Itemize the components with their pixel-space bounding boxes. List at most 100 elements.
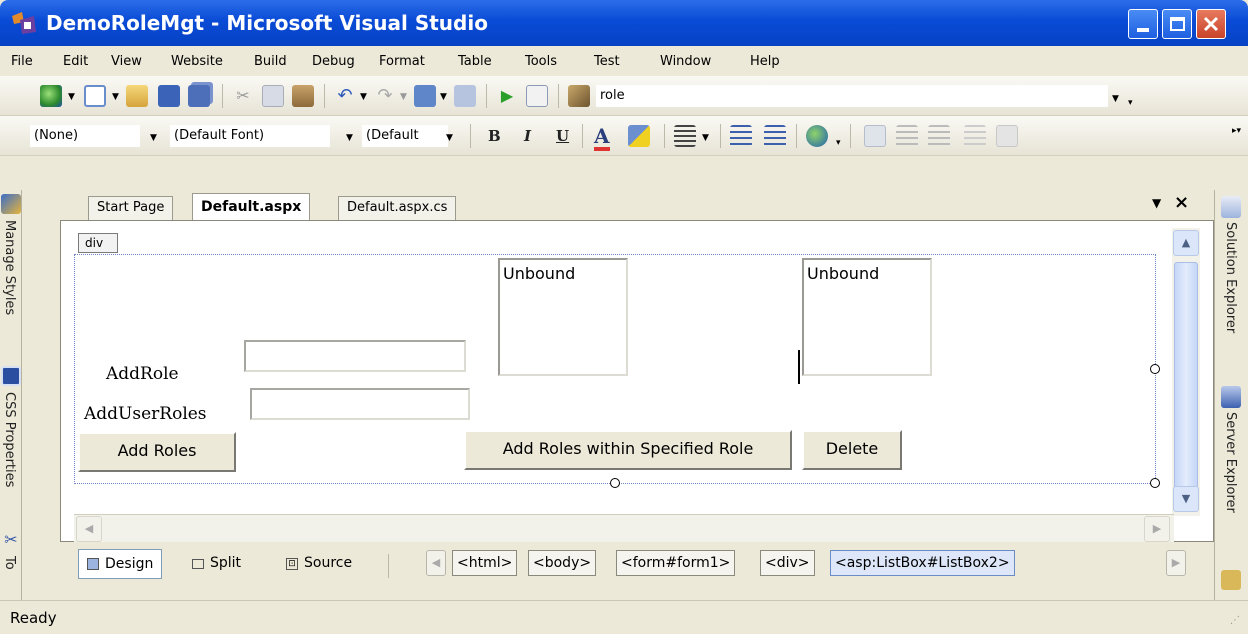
chevron-down-icon[interactable]: ▼ [112,92,119,102]
resize-handle-bottom[interactable] [610,478,620,488]
navigate-backward-icon[interactable] [414,85,436,107]
resize-grip-icon[interactable]: ⋰ [1230,615,1240,626]
menu-test[interactable]: Test [594,54,620,70]
menu-website[interactable]: Website [171,54,223,70]
server-explorer-tab[interactable]: Server Explorer [1223,412,1238,513]
properties-icon[interactable] [1221,570,1241,590]
menu-format[interactable]: Format [379,54,425,70]
scroll-up-button[interactable]: ▲ [1173,230,1199,256]
breadcrumb-right-button[interactable]: ▶ [1166,550,1186,576]
close-button[interactable] [1196,9,1226,39]
add-roles-within-specified-role-button[interactable]: Add Roles within Specified Role [464,430,792,470]
breadcrumb-form[interactable]: <form#form1> [616,550,736,576]
scroll-right-button[interactable]: ▶ [1144,516,1170,542]
add-role-textbox[interactable] [244,340,466,372]
italic-button[interactable]: I [524,125,531,147]
add-user-roles-textbox[interactable] [250,388,470,420]
toolbar-overflow-icon[interactable]: ▸▾ [1232,126,1241,136]
foreground-color-button[interactable]: A [594,125,610,151]
clear-format-icon[interactable] [996,125,1018,147]
breadcrumb-listbox[interactable]: <asp:ListBox#ListBox2> [830,550,1015,576]
underline-button[interactable]: U [556,125,569,147]
chevron-down-icon[interactable]: ▼ [446,133,453,143]
scroll-thumb[interactable] [1174,262,1198,492]
chevron-down-icon[interactable]: ▼ [1112,94,1119,104]
paragraph-icon[interactable] [864,125,886,147]
scroll-left-button[interactable]: ◀ [76,516,102,542]
chevron-down-icon[interactable]: ▼ [68,92,75,102]
font-size-select[interactable]: (Default [362,125,448,147]
breadcrumb-left-button[interactable]: ◀ [426,550,446,576]
view-in-browser-icon[interactable] [526,85,548,107]
manage-styles-tab[interactable]: Manage Styles [2,220,17,315]
scroll-down-button[interactable]: ▼ [1173,486,1199,512]
minimize-button[interactable] [1128,9,1158,39]
bold-button[interactable]: B [488,125,501,147]
menu-table[interactable]: Table [458,54,492,70]
tab-default-aspx[interactable]: Default.aspx [192,193,311,220]
navigate-forward-icon[interactable] [454,85,476,107]
design-view-button[interactable]: Design [78,549,163,579]
add-roles-button[interactable]: Add Roles [78,432,236,472]
cut-icon[interactable]: ✂ [232,85,254,107]
close-tab-icon[interactable]: × [1174,192,1189,213]
menu-view[interactable]: View [111,54,142,70]
breadcrumb-div[interactable]: <div> [760,550,815,576]
menu-build[interactable]: Build [254,54,287,70]
resize-handle-corner[interactable] [1150,478,1160,488]
menu-file[interactable]: File [11,54,33,70]
resize-handle-right[interactable] [1150,364,1160,374]
split-view-button[interactable]: Split [184,549,249,579]
menu-tools[interactable]: Tools [525,54,557,70]
css-properties-tab[interactable]: CSS Properties [2,392,17,487]
source-view-button[interactable]: ⊡ Source [278,549,360,579]
redo-icon[interactable]: ↷ [374,85,396,107]
bulleted-list-icon[interactable] [730,125,752,147]
chevron-down-icon[interactable]: ▼ [150,133,157,143]
maximize-button[interactable] [1162,9,1192,39]
roles-listbox[interactable]: Unbound [498,258,628,376]
background-color-icon[interactable] [628,125,650,147]
chevron-down-icon[interactable]: ▼ [346,133,353,143]
hyperlink-icon[interactable] [806,125,828,147]
justify-icon[interactable] [674,125,696,147]
undo-icon[interactable]: ↶ [334,85,356,107]
tab-start-page[interactable]: Start Page [88,196,174,220]
toolbox-tab[interactable]: To [2,556,17,570]
chevron-down-icon[interactable]: ▼ [440,92,447,102]
find-in-files-icon[interactable] [568,85,590,107]
chevron-down-icon[interactable]: ▼ [702,133,709,143]
menu-edit[interactable]: Edit [63,54,88,70]
block-format-select[interactable]: (None) [30,125,140,147]
align-icon[interactable] [964,125,986,147]
copy-icon[interactable] [262,85,284,107]
numbered-list-icon[interactable] [764,125,786,147]
chevron-down-icon[interactable]: ▼ [400,92,407,102]
new-website-icon[interactable] [40,85,62,107]
add-item-icon[interactable] [84,85,106,107]
menu-help[interactable]: Help [750,54,780,70]
indent-icon[interactable] [928,125,950,147]
horizontal-scrollbar[interactable]: ◀ ▶ [74,514,1174,544]
vertical-scrollbar[interactable]: ▲ ▼ [1172,228,1200,516]
delete-button[interactable]: Delete [802,430,902,470]
toolbar-options-icon[interactable]: ▾ [1128,98,1133,108]
window-position-icon[interactable]: ▼ [1152,196,1161,210]
start-debugging-icon[interactable]: ▶ [496,85,518,107]
outdent-icon[interactable] [896,125,918,147]
chevron-down-icon[interactable]: ▼ [360,92,367,102]
save-all-icon[interactable] [188,85,210,107]
solution-explorer-tab[interactable]: Solution Explorer [1223,222,1238,333]
div-tag-label[interactable]: div [78,233,118,253]
save-icon[interactable] [158,85,180,107]
tab-default-aspx-cs[interactable]: Default.aspx.cs [338,196,457,220]
open-folder-icon[interactable] [126,85,148,107]
font-name-select[interactable]: (Default Font) [170,125,330,147]
paste-icon[interactable] [292,85,314,107]
menu-debug[interactable]: Debug [312,54,355,70]
breadcrumb-body[interactable]: <body> [528,550,597,576]
find-combo[interactable]: role [596,85,1108,107]
breadcrumb-html[interactable]: <html> [452,550,518,576]
toolbar-options-icon[interactable]: ▾ [836,138,841,148]
user-roles-listbox[interactable]: Unbound [802,258,932,376]
